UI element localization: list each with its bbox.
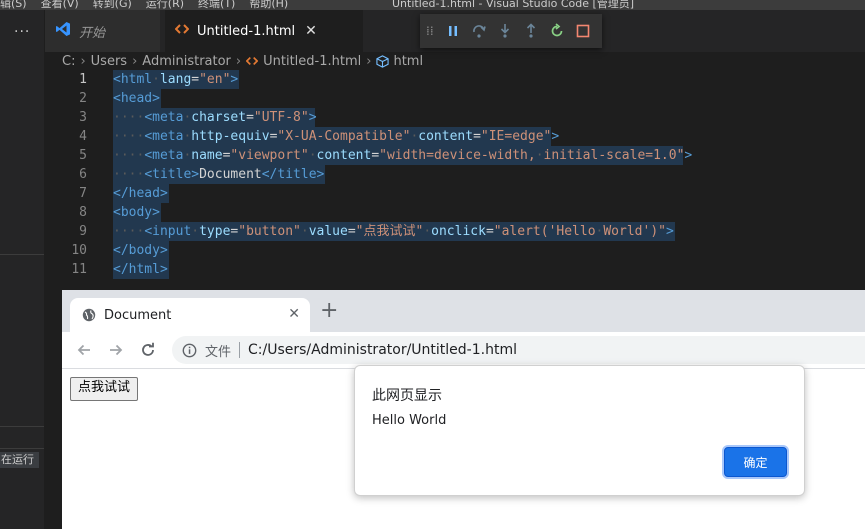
breadcrumb-users[interactable]: Users bbox=[91, 54, 127, 69]
back-arrow-icon[interactable] bbox=[72, 338, 96, 362]
html-file-icon bbox=[246, 55, 259, 67]
browser-toolbar: 文件 C:/Users/Administrator/Untitled-1.htm… bbox=[62, 332, 865, 369]
tab-untitled-html[interactable]: Untitled-1.html ✕ bbox=[165, 10, 363, 52]
line-number: 11 bbox=[71, 262, 87, 277]
new-tab-icon[interactable]: + bbox=[320, 300, 338, 322]
grip-icon[interactable]: ⁞⁞ bbox=[426, 24, 440, 38]
scheme-label: 文件 bbox=[205, 344, 232, 360]
tab-welcome[interactable]: 开始 bbox=[45, 10, 160, 52]
code-editor[interactable]: 1 <html·lang="en"> 2 <head> 3 ····<meta·cha… bbox=[45, 70, 865, 290]
chevron-right-icon: › bbox=[132, 53, 138, 69]
code-line: 4 ····<meta·http-equiv="X-UA-Compatible"·… bbox=[45, 127, 865, 146]
sidebar-divider bbox=[0, 254, 44, 255]
code-text: ····<meta·http-equiv="X-UA-Compatible"·c… bbox=[113, 129, 560, 144]
stop-icon[interactable] bbox=[570, 18, 596, 44]
step-out-icon[interactable] bbox=[518, 18, 544, 44]
browser-tab-title: Document bbox=[104, 307, 172, 323]
debug-status-running[interactable]: 在运行 bbox=[0, 452, 39, 468]
code-line: 8 <body> bbox=[45, 203, 865, 222]
browser-tab-document[interactable]: Document ✕ bbox=[70, 298, 310, 332]
menu-item-help[interactable]: 帮助(H) bbox=[249, 0, 288, 10]
chevron-right-icon: › bbox=[80, 53, 86, 69]
code-text: <html·lang="en"> bbox=[113, 72, 239, 87]
line-number: 4 bbox=[79, 129, 87, 144]
globe-icon bbox=[82, 308, 96, 322]
sidebar-divider bbox=[0, 448, 44, 449]
debug-toolbar: ⁞⁞ bbox=[420, 14, 602, 48]
menu-item-terminal[interactable]: 终端(T) bbox=[198, 0, 235, 10]
code-text: ····<title>Document</title> bbox=[113, 167, 325, 182]
code-text: ····<meta·name="viewport"·content="width… bbox=[113, 148, 693, 163]
code-text: </body> bbox=[113, 243, 168, 258]
line-number: 6 bbox=[79, 167, 87, 182]
browser-tab-strip: Document ✕ + bbox=[62, 290, 865, 332]
code-text: </head> bbox=[113, 186, 168, 201]
more-actions-icon[interactable]: ··· bbox=[14, 24, 30, 40]
line-number: 10 bbox=[71, 243, 87, 258]
line-number: 9 bbox=[79, 224, 87, 239]
close-icon[interactable]: ✕ bbox=[305, 23, 317, 39]
breadcrumb-drive[interactable]: C: bbox=[62, 54, 75, 69]
step-into-icon[interactable] bbox=[492, 18, 518, 44]
sidebar-divider bbox=[0, 426, 44, 427]
restart-icon[interactable] bbox=[544, 18, 570, 44]
code-line: 11 </html> bbox=[45, 260, 865, 279]
breadcrumb-html-symbol[interactable]: html bbox=[393, 54, 423, 69]
code-line: 1 <html·lang="en"> bbox=[45, 70, 865, 89]
line-number: 2 bbox=[79, 91, 87, 106]
url-text[interactable]: C:/Users/Administrator/Untitled-1.html bbox=[248, 342, 517, 358]
tab-welcome-label: 开始 bbox=[79, 25, 106, 41]
close-icon[interactable]: ✕ bbox=[288, 306, 300, 322]
chevron-right-icon: › bbox=[366, 53, 372, 69]
menu-item-go[interactable]: 转到(G) bbox=[93, 0, 132, 10]
divider bbox=[239, 342, 241, 358]
title-bar: 辑(S) 查看(V) 转到(G) 运行(R) 终端(T) 帮助(H) Untit… bbox=[0, 0, 865, 10]
code-line: 3 ····<meta·charset="UTF-8"> bbox=[45, 108, 865, 127]
code-line: 2 <head> bbox=[45, 89, 865, 108]
line-number: 5 bbox=[79, 148, 87, 163]
info-icon[interactable] bbox=[182, 343, 197, 358]
dialog-title: 此网页显示 bbox=[372, 388, 442, 404]
address-bar[interactable]: 文件 C:/Users/Administrator/Untitled-1.htm… bbox=[172, 336, 865, 364]
code-line: 6 ····<title>Document</title> bbox=[45, 165, 865, 184]
line-number: 8 bbox=[79, 205, 87, 220]
step-over-icon[interactable] bbox=[466, 18, 492, 44]
html-file-icon bbox=[174, 22, 190, 40]
breadcrumb: C: › Users › Administrator › Untitled-1.htm… bbox=[62, 52, 423, 70]
pause-icon[interactable] bbox=[440, 18, 466, 44]
reload-icon[interactable] bbox=[136, 338, 160, 362]
tab-untitled-label: Untitled-1.html bbox=[197, 23, 296, 39]
code-text: ····<input·type="button"·value="点我试试"·on… bbox=[113, 224, 674, 239]
try-me-button[interactable]: 点我试试 bbox=[70, 377, 139, 401]
forward-arrow-icon[interactable] bbox=[104, 338, 128, 362]
code-line: 7 </head> bbox=[45, 184, 865, 203]
code-line: 10 </body> bbox=[45, 241, 865, 260]
menu-item-view[interactable]: 查看(V) bbox=[41, 0, 79, 10]
ok-button[interactable]: 确定 bbox=[724, 447, 787, 477]
line-number: 7 bbox=[79, 186, 87, 201]
dialog-message: Hello World bbox=[372, 413, 447, 428]
line-number: 3 bbox=[79, 110, 87, 125]
cube-icon bbox=[376, 54, 390, 68]
breadcrumb-file[interactable]: Untitled-1.html bbox=[263, 54, 361, 69]
breadcrumb-administrator[interactable]: Administrator bbox=[142, 54, 231, 69]
code-text: <head> bbox=[113, 91, 160, 106]
menu-item-run[interactable]: 运行(R) bbox=[146, 0, 184, 10]
chevron-right-icon: › bbox=[235, 53, 242, 69]
menu-item-selection[interactable]: 辑(S) bbox=[0, 0, 27, 10]
code-text: ····<meta·charset="UTF-8"> bbox=[113, 110, 317, 125]
vscode-logo-icon bbox=[55, 21, 71, 41]
code-line: 5 ····<meta·name="viewport"·content="widt… bbox=[45, 146, 865, 165]
code-text: <body> bbox=[113, 205, 160, 220]
line-number: 1 bbox=[79, 72, 87, 87]
code-line: 9 ····<input·type="button"·value="点我试试"·o… bbox=[45, 222, 865, 241]
menu-bar: 辑(S) 查看(V) 转到(G) 运行(R) 终端(T) 帮助(H) bbox=[0, 0, 288, 10]
window-title: Untitled-1.html - Visual Studio Code [管理… bbox=[392, 0, 635, 10]
code-text: </html> bbox=[113, 262, 168, 277]
alert-dialog: 此网页显示 Hello World 确定 bbox=[354, 365, 805, 496]
